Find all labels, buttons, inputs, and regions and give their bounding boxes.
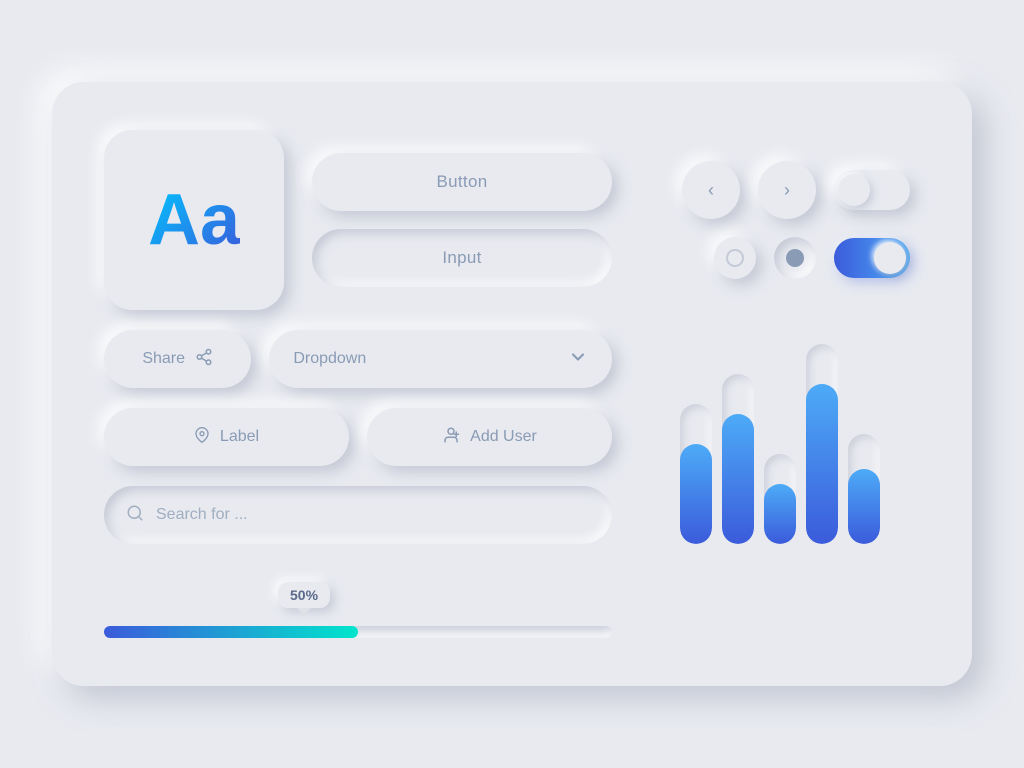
tooltip-container: 50%	[104, 582, 612, 618]
controls-column: ‹ ›	[640, 130, 920, 310]
progress-fill	[104, 626, 358, 638]
toggle-knob-on	[874, 242, 906, 274]
bar-5	[848, 434, 880, 544]
chevron-right-button[interactable]: ›	[758, 161, 816, 219]
radio-inner-filled	[786, 249, 804, 267]
progress-tooltip: 50%	[278, 582, 330, 608]
bar-chart	[640, 330, 920, 544]
button-button[interactable]: Button	[312, 153, 612, 211]
add-user-icon	[442, 426, 460, 449]
bar-outer-4	[806, 344, 838, 544]
share-icon	[195, 348, 213, 371]
buttons-column: Button Input	[312, 130, 612, 310]
search-icon	[126, 504, 144, 527]
bar-outer-2	[722, 374, 754, 544]
dropdown-label: Dropdown	[293, 350, 366, 368]
add-user-button[interactable]: Add User	[367, 408, 612, 466]
share-button[interactable]: Share	[104, 330, 251, 388]
toggle-switch-on[interactable]	[834, 238, 910, 278]
bar-inner-3	[764, 484, 796, 544]
bar-outer-5	[848, 434, 880, 544]
radio-button-filled[interactable]	[774, 237, 816, 279]
chevron-down-icon	[568, 347, 588, 372]
add-user-label: Add User	[470, 428, 537, 446]
main-card: Aa Button Input ‹ ›	[52, 82, 972, 686]
toggle-switch-off[interactable]	[834, 170, 910, 210]
share-label: Share	[142, 350, 185, 368]
radio-button-empty[interactable]	[714, 237, 756, 279]
search-inner	[104, 486, 612, 544]
toggle-knob-off	[838, 174, 870, 206]
dropdown-button[interactable]: Dropdown	[269, 330, 612, 388]
label-text: Label	[220, 428, 259, 446]
bar-inner-1	[680, 444, 712, 544]
label-button[interactable]: Label	[104, 408, 349, 466]
radio-toggle-row	[714, 237, 910, 279]
bar-outer-1	[680, 404, 712, 544]
input-button[interactable]: Input	[312, 229, 612, 287]
font-card: Aa	[104, 130, 284, 310]
bar-3	[764, 454, 796, 544]
bar-inner-4	[806, 384, 838, 544]
chevron-left-icon: ‹	[708, 180, 714, 201]
bar-4	[806, 344, 838, 544]
action-row: Share Dropdown	[104, 330, 612, 388]
bar-inner-2	[722, 414, 754, 544]
bar-1	[680, 404, 712, 544]
font-label: Aa	[148, 184, 240, 256]
bar-2	[722, 374, 754, 544]
bar-inner-5	[848, 469, 880, 544]
radio-inner-empty	[726, 249, 744, 267]
chevron-right-icon: ›	[784, 180, 790, 201]
progress-track[interactable]	[104, 626, 612, 638]
progress-section: 50%	[104, 564, 612, 638]
chevron-left-button[interactable]: ‹	[682, 161, 740, 219]
search-bar[interactable]	[104, 486, 612, 544]
label-row: Label Add User	[104, 408, 612, 466]
chevron-toggle-row: ‹ ›	[682, 161, 910, 219]
search-input[interactable]	[156, 506, 590, 524]
bar-outer-3	[764, 454, 796, 544]
pin-icon	[194, 427, 210, 448]
